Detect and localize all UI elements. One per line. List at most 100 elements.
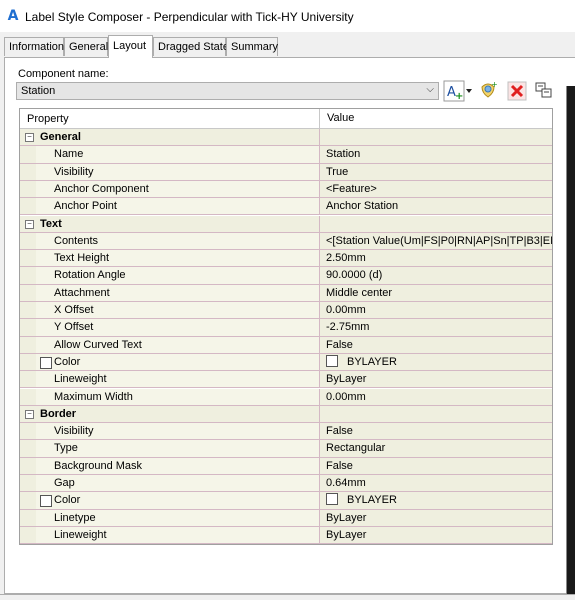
tab-strip: Information General Layout Dragged State… xyxy=(0,35,575,58)
category-value xyxy=(319,215,552,232)
property-row-text-lineweight[interactable]: Lineweight ByLayer xyxy=(20,371,552,389)
property-value[interactable]: 2.50mm xyxy=(319,250,552,267)
component-draw-order-icon xyxy=(535,82,552,98)
property-value[interactable]: False xyxy=(319,423,552,440)
property-value[interactable]: True xyxy=(319,163,552,180)
preview-pane xyxy=(566,86,575,594)
property-value[interactable]: Rectangular xyxy=(319,440,552,457)
category-label: Border xyxy=(40,407,77,420)
property-label: Color xyxy=(54,355,81,368)
property-row-text-color[interactable]: Color BYLAYER xyxy=(20,353,552,372)
color-swatch-icon xyxy=(40,356,52,369)
tab-dragged-state[interactable]: Dragged State xyxy=(153,37,229,56)
collapse-icon[interactable]: − xyxy=(25,133,34,142)
title-bar: A Label Style Composer - Perpendicular w… xyxy=(0,0,575,32)
property-row-y-offset[interactable]: Y Offset -2.75mm xyxy=(20,319,552,337)
tab-summary[interactable]: Summary xyxy=(226,37,278,56)
property-label: Color xyxy=(54,494,81,507)
property-row-x-offset[interactable]: X Offset 0.00mm xyxy=(20,302,552,320)
dialog-footer xyxy=(0,594,575,600)
component-draw-order-button[interactable] xyxy=(533,79,555,103)
property-column-header: Property xyxy=(27,113,69,125)
svg-text:+: + xyxy=(491,80,498,89)
property-row-border-color[interactable]: Color BYLAYER xyxy=(20,492,552,510)
property-value[interactable]: ByLayer xyxy=(319,509,552,526)
tab-layout[interactable]: Layout xyxy=(108,35,153,58)
property-value[interactable]: Middle center xyxy=(319,284,552,301)
property-label: Anchor Point xyxy=(54,200,117,213)
property-row-text-height[interactable]: Text Height 2.50mm xyxy=(20,250,552,268)
property-row-contents[interactable]: Contents <[Station Value(Um|FS|P0|RN|AP|… xyxy=(20,232,552,251)
category-value xyxy=(319,405,552,423)
property-row-border-visibility[interactable]: Visibility False xyxy=(20,423,552,441)
property-grid: Property Value − General Name Station Vi… xyxy=(19,108,553,545)
color-swatch-icon xyxy=(326,354,338,367)
tab-general[interactable]: General xyxy=(64,37,108,56)
property-row-visibility[interactable]: Visibility True xyxy=(20,163,552,181)
property-label: Text Height xyxy=(54,252,110,265)
property-row-anchor-component[interactable]: Anchor Component <Feature> xyxy=(20,180,552,199)
property-row-maximum-width[interactable]: Maximum Width 0.00mm xyxy=(20,388,552,406)
add-component-icon: A + xyxy=(443,80,472,102)
property-row-border-type[interactable]: Type Rectangular xyxy=(20,440,552,458)
property-value[interactable]: BYLAYER xyxy=(319,353,552,371)
color-value: BYLAYER xyxy=(347,494,397,507)
property-row-anchor-point[interactable]: Anchor Point Anchor Station xyxy=(20,198,552,216)
property-value[interactable]: Anchor Station xyxy=(319,198,552,215)
property-value[interactable]: 0.00mm xyxy=(319,388,552,405)
chevron-down-icon: ⌵ xyxy=(426,84,434,95)
window-title: Label Style Composer - Perpendicular wit… xyxy=(25,10,354,24)
property-value[interactable]: 90.0000 (d) xyxy=(319,267,552,284)
property-label: Contents xyxy=(54,234,99,247)
property-label: Linetype xyxy=(54,511,96,524)
property-row-name[interactable]: Name Station xyxy=(20,146,552,164)
property-label: X Offset xyxy=(54,304,94,316)
property-row-background-mask[interactable]: Background Mask False xyxy=(20,457,552,475)
copy-component-icon: + xyxy=(481,80,498,98)
property-row-allow-curved-text[interactable]: Allow Curved Text False xyxy=(20,336,552,354)
property-value[interactable]: -2.75mm xyxy=(319,319,552,336)
property-value[interactable]: ByLayer xyxy=(319,371,552,388)
property-value[interactable]: <Feature> xyxy=(319,180,552,198)
property-label: Y Offset xyxy=(54,321,94,334)
property-value[interactable]: False xyxy=(319,336,552,353)
property-value[interactable]: <[Station Value(Um|FS|P0|RN|AP|Sn|TP|B3|… xyxy=(319,232,552,250)
component-name-value: Station xyxy=(21,85,56,97)
property-label: Rotation Angle xyxy=(54,269,126,282)
color-swatch-icon xyxy=(40,495,52,508)
property-label: Lineweight xyxy=(54,373,107,386)
property-row-attachment[interactable]: Attachment Middle center xyxy=(20,284,552,302)
property-label: Attachment xyxy=(54,286,110,299)
property-value[interactable]: BYLAYER xyxy=(319,492,552,509)
property-value[interactable]: Station xyxy=(319,146,552,163)
property-value[interactable]: 0.00mm xyxy=(319,302,552,319)
category-general[interactable]: − General xyxy=(20,129,552,147)
property-row-border-lineweight[interactable]: Lineweight ByLayer xyxy=(20,526,552,544)
category-text[interactable]: − Text xyxy=(20,215,552,233)
property-row-rotation-angle[interactable]: Rotation Angle 90.0000 (d) xyxy=(20,267,552,285)
property-label: Gap xyxy=(54,477,75,489)
property-value[interactable]: 0.64mm xyxy=(319,475,552,492)
category-value xyxy=(319,129,552,146)
property-label: Visibility xyxy=(54,165,94,178)
grid-header: Property Value xyxy=(20,109,552,129)
category-border[interactable]: − Border xyxy=(20,405,552,424)
property-label: Visibility xyxy=(54,425,94,438)
property-row-gap[interactable]: Gap 0.64mm xyxy=(20,475,552,493)
property-label: Lineweight xyxy=(54,528,107,541)
add-component-button[interactable]: A + xyxy=(443,79,473,103)
component-name-select[interactable]: Station ⌵ xyxy=(16,82,439,100)
collapse-icon[interactable]: − xyxy=(25,219,34,229)
property-value[interactable]: ByLayer xyxy=(319,526,552,544)
copy-component-button[interactable]: + xyxy=(477,79,499,103)
delete-component-button[interactable] xyxy=(506,79,528,103)
collapse-icon[interactable]: − xyxy=(25,409,34,419)
property-value[interactable]: False xyxy=(319,457,552,474)
property-row-border-linetype[interactable]: Linetype ByLayer xyxy=(20,509,552,527)
property-label: Allow Curved Text xyxy=(54,338,142,351)
property-label: Name xyxy=(54,148,84,161)
property-label: Background Mask xyxy=(54,459,143,472)
category-label: General xyxy=(40,131,81,143)
property-label: Type xyxy=(54,442,78,455)
tab-information[interactable]: Information xyxy=(4,37,64,56)
